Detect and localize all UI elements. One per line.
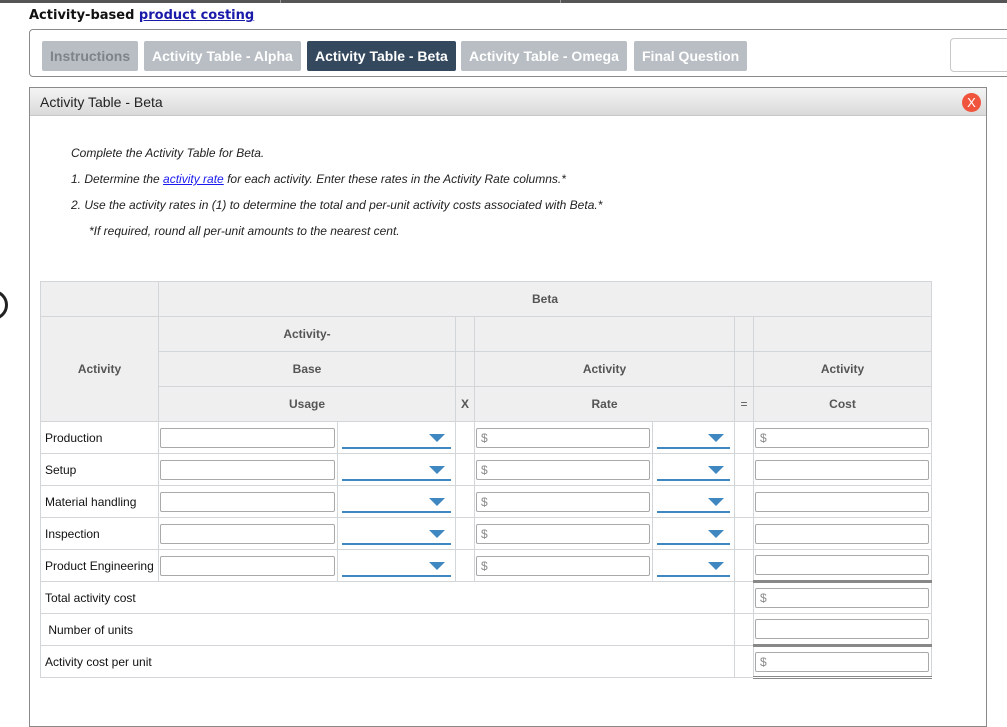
instructions-intro: Complete the Activity Table for Beta. [71,146,265,160]
activity-cost-per-unit-input[interactable]: $ [755,651,929,672]
page-title: Activity-based product costing [29,8,254,23]
table-row: Material handling $ [40,485,932,518]
header-op-empty [455,351,475,387]
table-row: Product Engineering $ [40,549,932,582]
header-activity: Activity [40,316,159,422]
group-header-beta: Beta [158,281,932,317]
table-row: Production $ $ [40,421,932,454]
chevron-down-icon [429,433,445,442]
tab-instructions[interactable]: Instructions [42,41,139,71]
header-op-empty [734,351,754,387]
row-label: Setup [40,453,159,486]
header-rate-line2: Rate [474,386,735,422]
usage-unit-dropdown[interactable] [342,523,451,545]
top-bar-divider [280,0,281,3]
rate-unit-dropdown[interactable] [657,491,730,513]
panel-title: Activity Table - Beta [40,94,163,110]
top-bar-divider [560,0,561,3]
header-op-empty [734,316,754,352]
cost-input[interactable] [755,555,929,575]
row-label: Material handling [40,485,159,518]
chevron-down-icon [708,497,724,506]
instructions-note: *If required, round all per-unit amounts… [89,224,400,238]
tab-activity-table-omega[interactable]: Activity Table - Omega [461,41,627,71]
chevron-down-icon [429,529,445,538]
usage-input[interactable] [160,459,335,480]
rate-input[interactable]: $ [476,523,650,544]
rate-unit-dropdown[interactable] [657,427,730,449]
header-multiply: X [455,386,475,422]
rate-unit-dropdown[interactable] [657,555,730,577]
header-empty [40,281,159,317]
header-rate-empty [474,316,735,352]
header-equals: = [734,386,754,422]
instructions-step-2: 2. Use the activity rates in (1) to dete… [71,198,603,212]
chevron-down-icon [708,433,724,442]
step-1-text-suffix: for each activity. Enter these rates in … [223,172,566,186]
activity-table: Beta Activity Activity- Base Activity Ac… [40,281,932,679]
header-rate-line1: Activity [474,351,735,387]
cost-input[interactable]: $ [755,427,929,448]
rate-unit-dropdown[interactable] [657,523,730,545]
usage-input[interactable] [160,523,335,544]
cost-input[interactable] [755,523,929,544]
chevron-down-icon [708,561,724,570]
circle-icon [0,290,8,320]
chevron-down-icon [708,465,724,474]
number-of-units-label: Number of units [40,613,735,646]
row-label: Product Engineering [40,549,159,582]
page-title-text: Activity-based [29,8,135,23]
total-activity-cost-input[interactable]: $ [755,588,929,608]
summary-row-per-unit: Activity cost per unit $ [40,644,932,679]
header-base-line2: Base [158,351,456,387]
usage-input[interactable] [160,427,335,448]
rate-input[interactable]: $ [476,427,650,448]
header-cost-line2: Cost [753,386,932,422]
tab-bar: Instructions Activity Table - Alpha Acti… [29,29,1007,77]
usage-input[interactable] [160,491,335,512]
header-base-line1: Activity- [158,316,456,352]
row-label: Production [40,421,159,454]
activity-cost-per-unit-label: Activity cost per unit [40,645,735,678]
summary-row-units: Number of units [40,613,932,646]
usage-input[interactable] [160,555,335,576]
close-icon[interactable]: X [962,93,981,112]
table-row: Setup $ [40,453,932,486]
summary-row-total: Total activity cost $ [40,580,932,614]
cost-input[interactable] [755,491,929,512]
usage-unit-dropdown[interactable] [342,491,451,513]
chevron-down-icon [429,497,445,506]
header-base-line3: Usage [158,386,456,422]
instructions: Complete the Activity Table for Beta. 1.… [71,145,602,249]
panel-header: Activity Table - Beta [30,88,986,116]
total-activity-cost-label: Total activity cost [40,581,735,614]
header-cost-line1: Activity [753,351,932,387]
header-op-empty [455,316,475,352]
usage-unit-dropdown[interactable] [342,555,451,577]
product-costing-link[interactable]: product costing [139,8,254,23]
tab-bar-extra-control[interactable] [950,38,1007,72]
chevron-down-icon [708,529,724,538]
rate-unit-dropdown[interactable] [657,459,730,481]
row-label: Inspection [40,517,159,550]
tab-final-question[interactable]: Final Question [634,41,748,71]
top-bar [0,0,1007,3]
rate-input[interactable]: $ [476,555,650,576]
usage-unit-dropdown[interactable] [342,427,451,449]
tab-activity-table-beta[interactable]: Activity Table - Beta [307,41,456,71]
chevron-down-icon [429,561,445,570]
header-cost-empty [753,316,932,352]
step-1-text: 1. Determine the [71,172,164,186]
number-of-units-input[interactable] [755,619,929,639]
cost-input[interactable] [755,459,929,480]
table-row: Inspection $ [40,517,932,550]
chevron-down-icon [429,465,445,474]
rate-input[interactable]: $ [476,459,650,480]
tab-activity-table-alpha[interactable]: Activity Table - Alpha [144,41,301,71]
usage-unit-dropdown[interactable] [342,459,451,481]
rate-input[interactable]: $ [476,491,650,512]
instructions-step-1: 1. Determine the activity rate for each … [71,171,602,197]
activity-rate-link[interactable]: activity rate [163,172,224,186]
